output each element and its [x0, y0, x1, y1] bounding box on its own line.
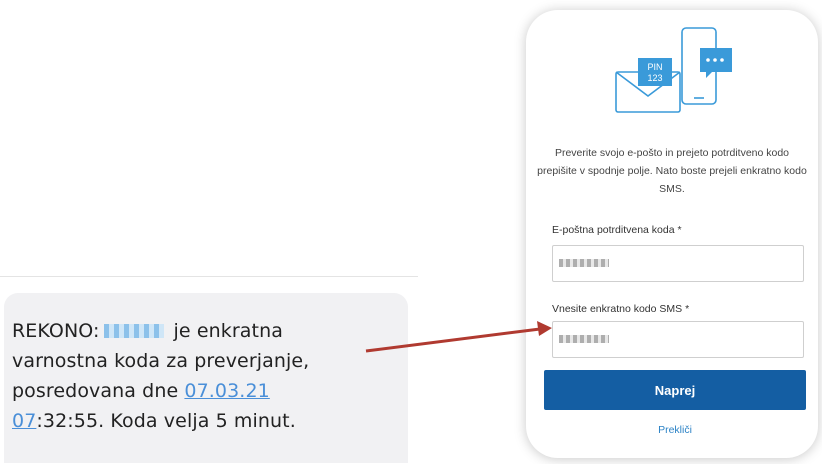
sms-code-label: Vnesite enkratno kodo SMS * [552, 303, 690, 315]
sms-text-line: varnostna koda za preverjanje, [12, 350, 310, 372]
next-button[interactable]: Naprej [544, 370, 806, 410]
pin-number: 123 [647, 73, 662, 83]
email-sms-pin-illustration-icon: PIN 123 [615, 27, 732, 113]
redacted-value [559, 335, 609, 343]
redacted-value [559, 259, 609, 267]
sms-message-text: REKONO: je enkratna varnostna koda za pre… [12, 316, 402, 436]
sms-time-link[interactable]: 07 [12, 410, 36, 432]
email-code-input[interactable] [552, 245, 804, 282]
sms-date-link[interactable]: 07.03.21 [184, 380, 269, 402]
email-code-label: E-poštna potrditvena koda * [552, 224, 682, 236]
cancel-link[interactable]: Prekliči [544, 424, 806, 436]
sms-text-fragment: je enkratna [173, 320, 283, 342]
redacted-code [103, 324, 164, 338]
sms-sender: REKONO: [12, 320, 100, 342]
divider [0, 276, 418, 277]
sms-text-line: posredovana dne [12, 380, 185, 402]
sms-code-input[interactable] [552, 321, 804, 358]
verification-form-panel: PIN 123 Preverite svojo e-pošto in preje… [526, 10, 818, 458]
pin-label: PIN [647, 62, 662, 72]
instructions-text: Preverite svojo e-pošto in prejeto potrd… [537, 147, 807, 195]
sms-text-line: :32:55. Koda velja 5 minut. [36, 410, 296, 432]
